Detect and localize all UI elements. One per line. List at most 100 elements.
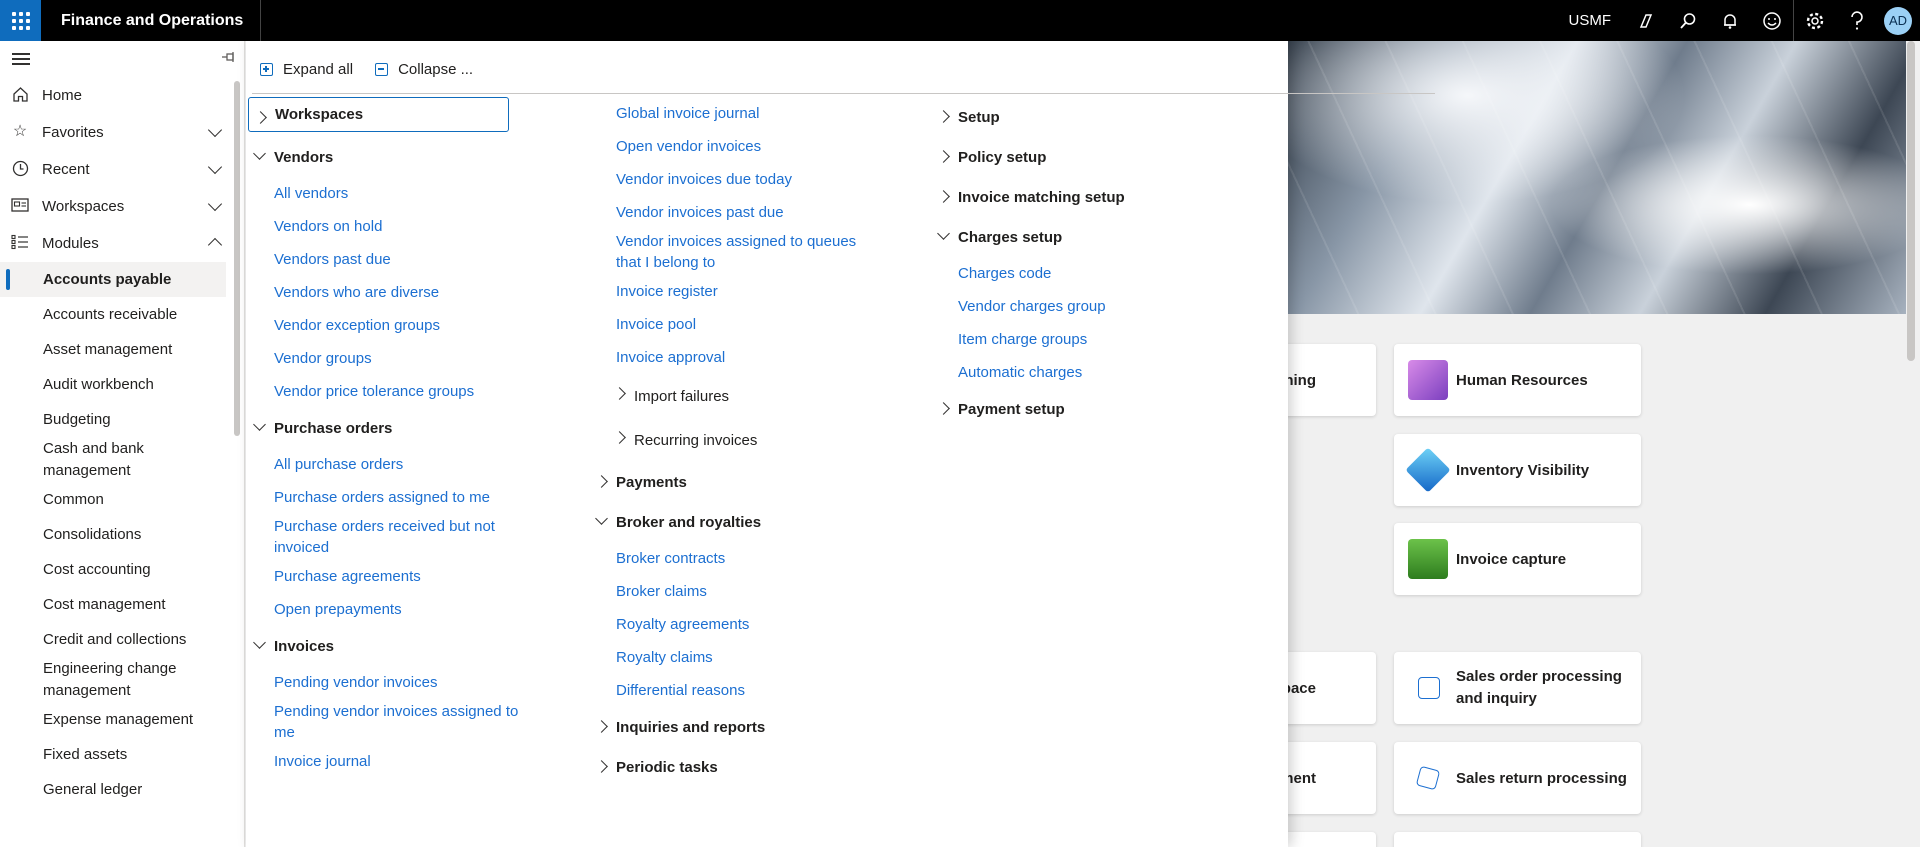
group-purchase-orders[interactable]: Purchase orders (248, 408, 578, 448)
page-scrollbar[interactable] (1907, 41, 1915, 361)
group-charges-setup[interactable]: Charges setup (932, 217, 1262, 257)
group-workspaces[interactable]: Workspaces (248, 97, 509, 132)
nav-recent[interactable]: Recent (0, 151, 244, 188)
smiley-icon[interactable] (1751, 0, 1793, 41)
group-payments[interactable]: Payments (590, 462, 920, 502)
module-engineering-change-management[interactable]: Engineering change management (0, 657, 200, 702)
link-all-purchase-orders[interactable]: All purchase orders (248, 448, 578, 481)
collapse-all-button[interactable]: Collapse ... (375, 61, 473, 78)
chevron-right-icon (937, 150, 950, 163)
module-cost-accounting[interactable]: Cost accounting (0, 552, 244, 587)
module-asset-management[interactable]: Asset management (0, 332, 244, 367)
nav-home[interactable]: Home (0, 77, 244, 114)
link-invoice-journal[interactable]: Invoice journal (248, 745, 578, 778)
chevron-right-icon (595, 475, 608, 488)
nav-modules[interactable]: Modules (0, 225, 244, 262)
link-vendors-on-hold[interactable]: Vendors on hold (248, 210, 578, 243)
bell-icon[interactable] (1709, 0, 1751, 41)
link-global-invoice-journal[interactable]: Global invoice journal (590, 97, 920, 130)
expand-all-button[interactable]: Expand all (260, 61, 353, 78)
link-automatic-charges[interactable]: Automatic charges (932, 356, 1262, 389)
link-open-vendor-invoices[interactable]: Open vendor invoices (590, 130, 920, 163)
module-budgeting[interactable]: Budgeting (0, 402, 244, 437)
waffle-icon[interactable] (0, 0, 41, 41)
group-recurring-invoices[interactable]: Recurring invoices (590, 418, 920, 462)
search-icon[interactable] (1667, 0, 1709, 41)
group-setup[interactable]: Setup (932, 97, 1262, 137)
module-expense-management[interactable]: Expense management (0, 702, 244, 737)
link-broker-claims[interactable]: Broker claims (590, 575, 920, 608)
module-fixed-assets[interactable]: Fixed assets (0, 737, 244, 772)
module-common[interactable]: Common (0, 482, 244, 517)
link-vendor-groups[interactable]: Vendor groups (248, 342, 578, 375)
link-invoice-approval[interactable]: Invoice approval (590, 341, 920, 374)
link-vendor-exception-groups[interactable]: Vendor exception groups (248, 309, 578, 342)
link-purchase-orders-assigned-to-me[interactable]: Purchase orders assigned to me (248, 481, 578, 514)
link-all-vendors[interactable]: All vendors (248, 177, 578, 210)
link-item-charge-groups[interactable]: Item charge groups (932, 323, 1262, 356)
nav-workspaces[interactable]: Workspaces (0, 188, 244, 225)
chevron-down-icon[interactable] (207, 159, 223, 175)
workspace-tile[interactable] (1394, 832, 1641, 847)
link-pending-vendor-invoices-assigned-to-me[interactable]: Pending vendor invoices assigned to me (248, 699, 528, 745)
help-icon[interactable] (1836, 0, 1878, 41)
invoice-capture-icon (1408, 539, 1448, 579)
copilot-icon[interactable] (1625, 0, 1667, 41)
app-title[interactable]: Finance and Operations (41, 0, 262, 41)
group-policy-setup[interactable]: Policy setup (932, 137, 1262, 177)
module-general-ledger[interactable]: General ledger (0, 772, 244, 807)
workspace-tile-inventory-visibility[interactable]: Inventory Visibility (1394, 434, 1641, 506)
group-broker-and-royalties[interactable]: Broker and royalties (590, 502, 920, 542)
workspace-tile-invoice-capture[interactable]: Invoice capture (1394, 523, 1641, 595)
link-differential-reasons[interactable]: Differential reasons (590, 674, 920, 707)
group-vendors[interactable]: Vendors (248, 137, 578, 177)
module-accounts-receivable[interactable]: Accounts receivable (0, 297, 244, 332)
workspace-tile-sales-return-processing[interactable]: Sales return processing (1394, 742, 1641, 814)
company-picker[interactable]: USMF (1569, 12, 1612, 29)
module-cost-management[interactable]: Cost management (0, 587, 244, 622)
link-pending-vendor-invoices[interactable]: Pending vendor invoices (248, 666, 578, 699)
link-vendor-invoices-assigned-to-queues[interactable]: Vendor invoices assigned to queues that … (590, 229, 870, 275)
group-label: Recurring invoices (634, 431, 758, 449)
link-purchase-agreements[interactable]: Purchase agreements (248, 560, 578, 593)
nav-favorites[interactable]: ☆ Favorites (0, 114, 244, 151)
link-charges-code[interactable]: Charges code (932, 257, 1262, 290)
star-icon: ☆ (12, 123, 28, 140)
link-invoice-pool[interactable]: Invoice pool (590, 308, 920, 341)
pin-icon[interactable] (222, 50, 236, 65)
module-cash-and-bank-management[interactable]: Cash and bank management (0, 437, 200, 482)
top-bar: Finance and Operations USMF AD (0, 0, 1920, 41)
hamburger-icon[interactable] (12, 53, 30, 68)
workspace-tile-human-resources[interactable]: Human Resources (1394, 344, 1641, 416)
link-vendor-invoices-due-today[interactable]: Vendor invoices due today (590, 163, 920, 196)
group-invoice-matching-setup[interactable]: Invoice matching setup (932, 177, 1262, 217)
module-accounts-payable[interactable]: Accounts payable (0, 262, 226, 297)
workspace-tile-sales-order-processing[interactable]: Sales order processing and inquiry (1394, 652, 1641, 724)
avatar[interactable]: AD (1884, 6, 1912, 35)
gear-icon[interactable] (1794, 0, 1836, 41)
link-royalty-agreements[interactable]: Royalty agreements (590, 608, 920, 641)
link-purchase-orders-received-not-invoiced[interactable]: Purchase orders received but not invoice… (248, 514, 508, 560)
link-royalty-claims[interactable]: Royalty claims (590, 641, 920, 674)
group-inquiries-and-reports[interactable]: Inquiries and reports (590, 707, 920, 747)
module-audit-workbench[interactable]: Audit workbench (0, 367, 244, 402)
group-invoices[interactable]: Invoices (248, 626, 578, 666)
link-vendors-who-are-diverse[interactable]: Vendors who are diverse (248, 276, 578, 309)
group-periodic-tasks[interactable]: Periodic tasks (590, 747, 920, 787)
module-consolidations[interactable]: Consolidations (0, 517, 244, 552)
link-broker-contracts[interactable]: Broker contracts (590, 542, 920, 575)
chevron-down-icon[interactable] (207, 122, 223, 138)
module-credit-and-collections[interactable]: Credit and collections (0, 622, 244, 657)
group-label: Setup (958, 108, 1000, 126)
chevron-up-icon[interactable] (207, 237, 223, 253)
chevron-down-icon[interactable] (207, 196, 223, 212)
group-import-failures[interactable]: Import failures (590, 374, 920, 418)
link-vendor-invoices-past-due[interactable]: Vendor invoices past due (590, 196, 920, 229)
scrollbar[interactable] (234, 81, 240, 436)
link-vendors-past-due[interactable]: Vendors past due (248, 243, 578, 276)
link-invoice-register[interactable]: Invoice register (590, 275, 920, 308)
group-payment-setup[interactable]: Payment setup (932, 389, 1262, 429)
link-vendor-price-tolerance-groups[interactable]: Vendor price tolerance groups (248, 375, 578, 408)
link-open-prepayments[interactable]: Open prepayments (248, 593, 578, 626)
link-vendor-charges-group[interactable]: Vendor charges group (932, 290, 1262, 323)
